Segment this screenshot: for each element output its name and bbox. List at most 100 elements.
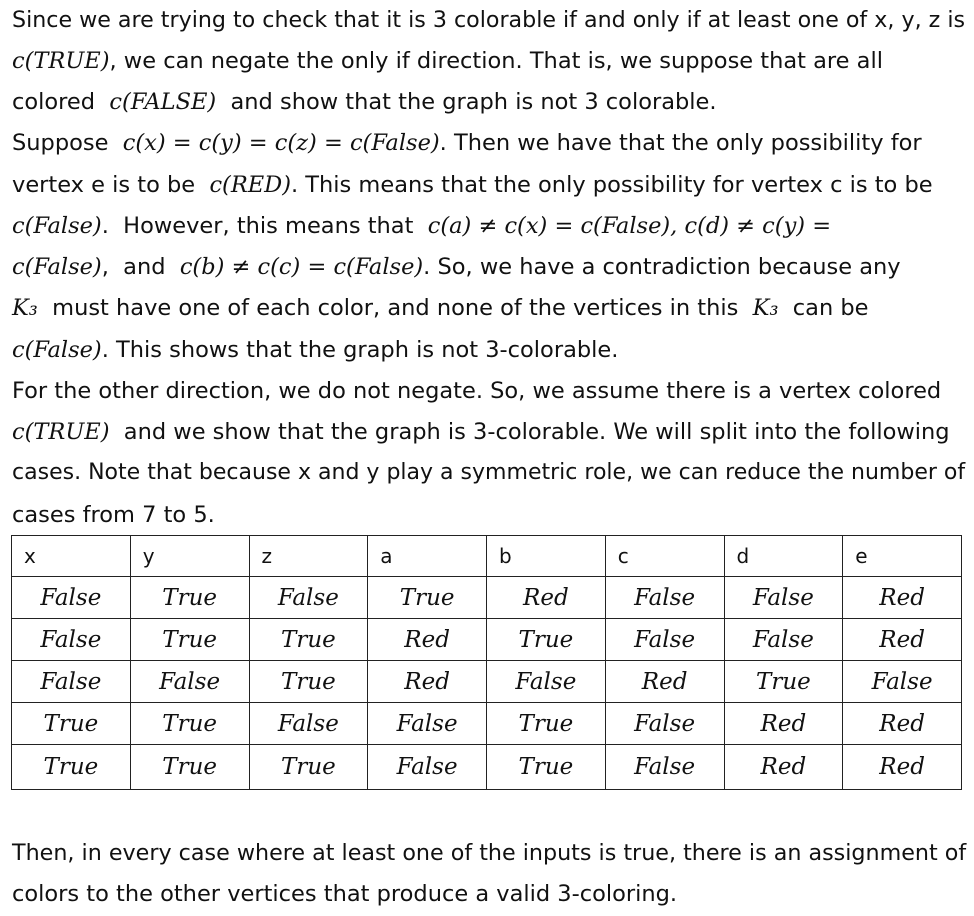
- table-cell: False: [842, 660, 962, 703]
- text-run: cases from 7 to 5.: [12, 502, 215, 528]
- table-cell: False: [11, 576, 131, 619]
- paragraph-line: colored c(FALSE) and show that the graph…: [12, 88, 717, 116]
- table-row: True True True False True False Red Red: [11, 744, 962, 790]
- math-expression: K₃: [752, 295, 779, 321]
- table-cell: True: [11, 744, 131, 790]
- table-cell: True: [486, 618, 606, 661]
- text-run: . Then we have that the only possibility…: [439, 130, 922, 156]
- text-run: Then, in every case where at least one o…: [12, 840, 967, 866]
- table-cell: Red: [367, 618, 487, 661]
- text-run: Suppose: [12, 130, 123, 156]
- table-cell: True: [486, 744, 606, 790]
- paragraph-line: colors to the other vertices that produc…: [12, 880, 677, 908]
- table-cell: False: [248, 576, 369, 619]
- paragraph-line: Then, in every case where at least one o…: [12, 839, 966, 867]
- table-header-row: x y z a b c d e: [11, 535, 962, 577]
- paragraph-line: vertex e is to be c(RED). This means tha…: [12, 171, 933, 199]
- table-cell: False: [367, 702, 487, 745]
- column-header: y: [129, 535, 250, 577]
- math-expression: c(TRUE): [12, 48, 110, 74]
- paragraph-line: c(TRUE) and we show that the graph is 3-…: [12, 418, 950, 446]
- table-cell: True: [129, 702, 250, 745]
- table-row: False False True Red False Red True Fals…: [11, 660, 962, 703]
- table-cell: False: [723, 618, 844, 661]
- table-cell: True: [129, 618, 250, 661]
- text-run: . This means that the only possibility f…: [291, 172, 933, 198]
- table-cell: True: [248, 744, 369, 790]
- math-expression: c(RED): [209, 172, 291, 198]
- text-run: For the other direction, we do not negat…: [12, 378, 942, 404]
- text-run: and we show that the graph is 3-colorabl…: [109, 419, 950, 445]
- text-run: and show that the graph is not 3 colorab…: [216, 89, 717, 115]
- text-run: cases. Note that because x and y play a …: [12, 460, 966, 485]
- text-run: colored: [12, 89, 110, 115]
- table-cell: True: [367, 576, 487, 619]
- math-expression: c(b) ≠ c(c) = c(False): [179, 254, 424, 280]
- table-cell: True: [723, 660, 844, 703]
- table-cell: Red: [723, 702, 844, 745]
- text-run: can be: [778, 295, 869, 321]
- paragraph-line: Since we are trying to check that it is …: [12, 6, 965, 34]
- column-header: c: [604, 535, 725, 577]
- table-cell: False: [604, 576, 725, 619]
- table-cell: Red: [842, 576, 962, 619]
- table-cell: Red: [723, 744, 844, 790]
- table-cell: Red: [842, 744, 962, 790]
- table-cell: Red: [367, 660, 487, 703]
- text-run: colors to the other vertices that produc…: [12, 881, 678, 907]
- table-cell: False: [248, 702, 369, 745]
- table-cell: Red: [842, 702, 962, 745]
- table-cell: False: [604, 702, 725, 745]
- math-expression: K₃: [12, 295, 38, 321]
- table-cell: False: [129, 660, 250, 703]
- math-expression: c(x) = c(y) = c(z) = c(False): [122, 130, 440, 156]
- paragraph-line: c(False), and c(b) ≠ c(c) = c(False). So…: [12, 253, 901, 281]
- math-expression: c(a) ≠ c(x) = c(False), c(d) ≠ c(y) =: [427, 213, 832, 239]
- cases-table: x y z a b c d e False True False True Re…: [11, 535, 962, 790]
- table-cell: True: [486, 702, 606, 745]
- text-run: Since we are trying to check that it is …: [12, 7, 966, 33]
- column-header: d: [723, 535, 844, 577]
- math-expression: c(False): [12, 337, 102, 363]
- column-header: x: [11, 535, 131, 577]
- table-cell: False: [11, 660, 131, 703]
- table-row: False True False True Red False False Re…: [11, 576, 962, 619]
- paragraph-line: c(TRUE), we can negate the only if direc…: [12, 47, 883, 75]
- column-header: a: [367, 535, 487, 577]
- paragraph-line: K₃ must have one of each color, and none…: [12, 294, 868, 322]
- text-run: . However, this means that: [101, 213, 428, 239]
- column-header: z: [248, 535, 369, 577]
- table-row: False True True Red True False False Red: [11, 618, 962, 661]
- table-cell: False: [723, 576, 844, 619]
- table-cell: False: [11, 618, 131, 661]
- table-cell: True: [11, 702, 131, 745]
- math-expression: c(FALSE): [109, 89, 217, 115]
- math-expression: c(False): [12, 213, 102, 239]
- text-run: . So, we have a contradiction because an…: [423, 254, 901, 280]
- table-cell: False: [604, 744, 725, 790]
- paragraph-line: For the other direction, we do not negat…: [12, 377, 941, 405]
- paragraph-line: c(False). This shows that the graph is n…: [12, 336, 618, 364]
- text-run: . This shows that the graph is not 3-col…: [101, 337, 619, 363]
- table-cell: True: [248, 618, 369, 661]
- table-cell: Red: [486, 576, 606, 619]
- table-row: True True False False True False Red Red: [11, 702, 962, 745]
- paragraph-line: cases. Note that because x and y play a …: [12, 459, 965, 487]
- paragraph-line: cases from 7 to 5.: [12, 501, 215, 529]
- table-cell: False: [604, 618, 725, 661]
- text-run: vertex e is to be: [12, 172, 210, 198]
- table-cell: False: [367, 744, 487, 790]
- table-cell: Red: [842, 618, 962, 661]
- column-header: b: [486, 535, 606, 577]
- text-run: must have one of each color, and none of…: [37, 295, 753, 321]
- column-header: e: [842, 535, 962, 577]
- math-expression: c(TRUE): [12, 419, 110, 445]
- paragraph-line: c(False). However, this means that c(a) …: [12, 212, 831, 240]
- table-cell: True: [129, 744, 250, 790]
- table-cell: Red: [604, 660, 725, 703]
- text-run: , and: [101, 254, 180, 280]
- table-cell: True: [129, 576, 250, 619]
- math-expression: c(False): [12, 254, 102, 280]
- text-run: , we can negate the only if direction. T…: [109, 48, 883, 74]
- table-cell: False: [486, 660, 606, 703]
